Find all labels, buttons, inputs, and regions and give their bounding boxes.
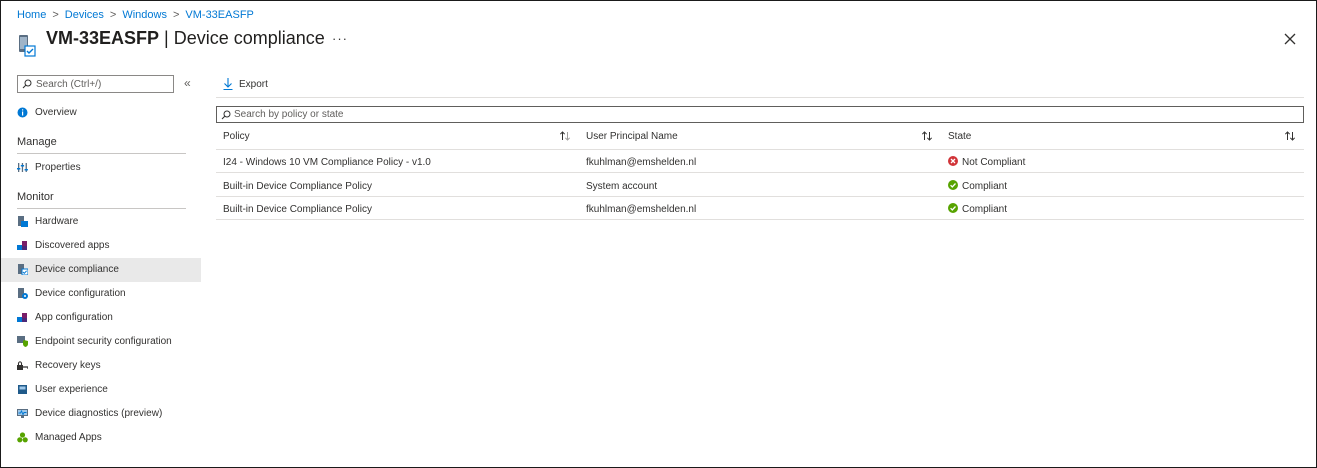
sidebar-item-properties[interactable]: Properties (1, 156, 201, 180)
key-icon (17, 361, 28, 370)
endpoint-security-icon (17, 336, 28, 347)
blade-frame: Home > Devices > Windows > VM-33EASFP VM-33EAS… (0, 0, 1317, 468)
breadcrumb-devices[interactable]: Devices (65, 9, 104, 21)
export-label: Export (239, 79, 268, 90)
sidebar-item-label: Device configuration (35, 288, 126, 299)
sidebar-item-user-experience[interactable]: User experience (1, 378, 201, 402)
search-icon (221, 110, 231, 120)
sort-icon[interactable] (559, 130, 571, 142)
sidebar-item-label: Managed Apps (35, 432, 102, 443)
device-compliance-icon (18, 264, 28, 275)
resource-name: VM-33EASFP (46, 28, 160, 48)
sidebar-search[interactable] (17, 75, 174, 93)
sidebar-item-label: Properties (35, 162, 81, 173)
download-icon (223, 78, 233, 90)
sidebar-item-recovery-keys[interactable]: Recovery keys (1, 354, 201, 378)
managed-apps-icon (17, 432, 28, 443)
breadcrumb-separator: > (172, 9, 180, 21)
sidebar-item-label: Hardware (35, 216, 79, 227)
breadcrumb-device[interactable]: VM-33EASFP (185, 9, 253, 21)
sidebar: « Overview Manage Properties Monitor (1, 71, 201, 461)
table-row[interactable]: Built-in Device Compliance Policy System… (216, 174, 1304, 197)
breadcrumb-windows[interactable]: Windows (122, 9, 167, 21)
column-header-state[interactable]: State (948, 131, 971, 142)
sidebar-item-overview[interactable]: Overview (1, 101, 201, 125)
success-icon (948, 203, 958, 213)
page-title: VM-33EASFP | Device compliance (46, 28, 325, 49)
section-divider (17, 208, 186, 209)
policy-cell: Built-in Device Compliance Policy (223, 181, 372, 192)
sidebar-item-discovered-apps[interactable]: Discovered apps (1, 234, 201, 258)
sort-icon[interactable] (1284, 130, 1296, 142)
column-header-policy[interactable]: Policy (223, 131, 250, 142)
diagnostics-icon (17, 409, 28, 418)
sidebar-item-label: Recovery keys (35, 360, 101, 371)
close-icon[interactable] (1282, 31, 1298, 47)
sidebar-item-device-configuration[interactable]: Device configuration (1, 282, 201, 306)
upn-cell: System account (586, 181, 658, 192)
sidebar-item-label: Device compliance (35, 264, 119, 275)
user-experience-icon (18, 385, 27, 394)
title-separator: | (159, 28, 174, 48)
breadcrumb: Home > Devices > Windows > VM-33EASFP (17, 9, 254, 21)
breadcrumb-separator: > (109, 9, 117, 21)
search-icon (22, 79, 32, 89)
toolbar-divider (216, 97, 1304, 98)
upn-cell: fkuhlman@emshelden.nl (586, 204, 697, 215)
device-configuration-icon (18, 288, 28, 299)
app-configuration-icon (17, 313, 27, 322)
sidebar-item-label: Discovered apps (35, 240, 110, 251)
policy-cell: I24 - Windows 10 VM Compliance Policy - … (223, 157, 431, 168)
sidebar-item-device-diagnostics[interactable]: Device diagnostics (preview) (1, 402, 201, 426)
sidebar-item-device-compliance[interactable]: Device compliance (1, 258, 201, 282)
state-cell: Compliant (962, 204, 1008, 215)
state-cell: Not Compliant (962, 157, 1026, 168)
success-icon (948, 180, 958, 190)
table-row[interactable]: Built-in Device Compliance Policy fkuhlm… (216, 197, 1304, 220)
sidebar-item-app-configuration[interactable]: App configuration (1, 306, 201, 330)
table-search[interactable] (216, 106, 1304, 123)
section-divider (17, 153, 186, 154)
collapse-sidebar-button[interactable]: « (184, 77, 191, 89)
error-icon (948, 156, 958, 166)
policy-cell: Built-in Device Compliance Policy (223, 204, 372, 215)
page-name: Device compliance (173, 28, 325, 48)
sidebar-item-hardware[interactable]: Hardware (1, 210, 201, 234)
discovered-apps-icon (17, 241, 27, 250)
section-monitor: Monitor (17, 191, 54, 203)
more-options-button[interactable]: ··· (332, 31, 348, 46)
properties-icon (17, 163, 28, 172)
sidebar-item-label: App configuration (35, 312, 113, 323)
sidebar-item-managed-apps[interactable]: Managed Apps (1, 426, 201, 450)
hardware-icon (18, 216, 28, 227)
table-row[interactable]: I24 - Windows 10 VM Compliance Policy - … (216, 150, 1304, 173)
sidebar-item-label: User experience (35, 384, 108, 395)
sidebar-item-endpoint-security-configuration[interactable]: Endpoint security configuration (1, 330, 201, 354)
sidebar-item-label: Endpoint security configuration (35, 336, 172, 347)
info-icon (17, 107, 28, 118)
sidebar-search-input[interactable] (36, 77, 171, 91)
upn-cell: fkuhlman@emshelden.nl (586, 157, 697, 168)
sort-icon[interactable] (921, 130, 933, 142)
section-manage: Manage (17, 136, 57, 148)
breadcrumb-home[interactable]: Home (17, 9, 46, 21)
state-cell: Compliant (962, 181, 1008, 192)
column-header-upn[interactable]: User Principal Name (586, 131, 678, 142)
device-compliance-icon (19, 35, 36, 57)
sidebar-item-label: Overview (35, 107, 77, 118)
sidebar-item-label: Device diagnostics (preview) (35, 408, 163, 419)
breadcrumb-separator: > (52, 9, 59, 21)
table-search-input[interactable] (234, 108, 1294, 121)
